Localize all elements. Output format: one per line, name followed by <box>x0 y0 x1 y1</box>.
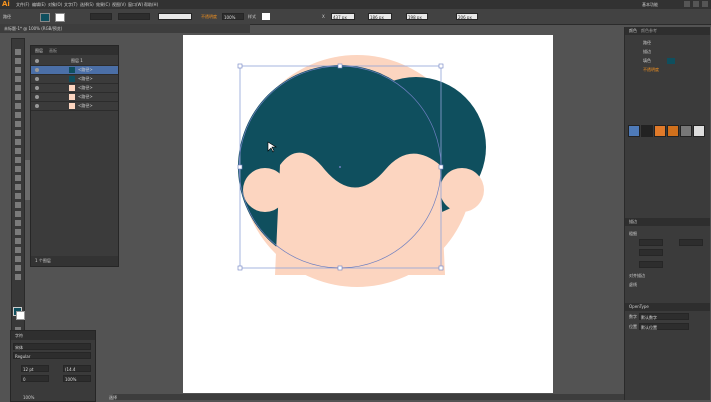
character-panel-header: 字符 <box>11 331 95 340</box>
brush-swatch-1[interactable] <box>628 125 640 137</box>
character-panel-title: 字符 <box>15 333 23 338</box>
center-point <box>339 166 341 168</box>
layers-footer: 1 个图层 <box>31 256 118 266</box>
layer-row[interactable]: <路径> <box>31 102 118 111</box>
layer-row[interactable]: <路径> <box>31 75 118 84</box>
handle-middle-right[interactable] <box>438 164 444 170</box>
handle-bottom-left[interactable] <box>237 265 243 271</box>
handle-top-right[interactable] <box>438 63 444 69</box>
layer-row[interactable]: <路径> <box>31 93 118 102</box>
dashed-line-label[interactable]: 虚线 <box>629 281 637 288</box>
layer-row[interactable]: <路径> <box>31 66 118 75</box>
handle-top-left[interactable] <box>237 63 243 69</box>
status-bar: 100% 选择 <box>23 394 624 400</box>
layer-row[interactable]: 图层 1 <box>31 57 118 66</box>
color-guide-tab[interactable]: 颜色参考 <box>641 27 657 34</box>
handle-bottom-right[interactable] <box>438 265 444 271</box>
brush-swatch-4[interactable] <box>667 125 679 137</box>
opentype-panel-header: OpenType <box>625 303 710 311</box>
align-stroke-label: 对齐描边 <box>629 273 645 278</box>
layer-name: 图层 1 <box>71 58 83 63</box>
character-panel: 字符 宋体 Regular 12 pt (14.4 0 100% <box>10 330 96 402</box>
right-ear[interactable] <box>440 168 484 212</box>
scale-input[interactable]: 100% <box>63 375 91 382</box>
cap-input[interactable] <box>639 249 663 256</box>
position-select[interactable]: 默认位置 <box>639 323 689 330</box>
layer-thumbnail <box>69 85 75 91</box>
layers-panel-header: 图层 画板 <box>31 46 118 55</box>
layer-thumbnail <box>69 67 75 73</box>
corner-input[interactable] <box>639 261 663 268</box>
handle-middle-left[interactable] <box>237 164 243 170</box>
layer-thumbnail <box>69 94 75 100</box>
artboards-tab[interactable]: 画板 <box>49 47 57 54</box>
tracking-input[interactable]: 0 <box>21 375 49 382</box>
layer-name: <路径> <box>78 76 93 81</box>
miter-limit-input[interactable] <box>679 239 703 246</box>
appearance-opacity-label[interactable]: 不透明度 <box>643 66 659 73</box>
color-tab[interactable]: 颜色 <box>629 27 637 34</box>
stroke-weight-input[interactable] <box>639 239 663 246</box>
appearance-title: 路径 <box>643 40 651 45</box>
appearance-fill-label[interactable]: 填色 <box>643 57 651 64</box>
figure-select[interactable]: 默认数字 <box>639 313 689 320</box>
font-family-select[interactable]: 宋体 <box>13 343 91 350</box>
leading-input[interactable]: (14.4 <box>63 365 91 372</box>
layer-thumbnail <box>69 76 75 82</box>
stroke-weight-label: 粗细 <box>629 231 637 236</box>
visibility-eye-icon[interactable] <box>35 77 39 81</box>
stroke-panel-title: 描边 <box>629 219 637 224</box>
layers-tab[interactable]: 图层 <box>35 47 43 54</box>
left-ear[interactable] <box>243 168 287 212</box>
position-label: 位置 <box>629 324 637 329</box>
layer-name: <路径> <box>78 103 93 108</box>
font-style-select[interactable]: Regular <box>13 352 91 359</box>
brush-swatch-2[interactable] <box>641 125 653 137</box>
handle-bottom-center[interactable] <box>337 265 343 271</box>
visibility-eye-icon[interactable] <box>35 95 39 99</box>
right-panel-dock: 颜色 颜色参考 路径 描边 填色 不透明度 描边 粗细 对齐描边 虚线 Open… <box>624 27 710 400</box>
brush-swatch-5[interactable] <box>680 125 692 137</box>
visibility-eye-icon[interactable] <box>35 104 39 108</box>
visibility-eye-icon[interactable] <box>35 86 39 90</box>
layer-thumbnail <box>69 103 75 109</box>
font-size-input[interactable]: 12 pt <box>21 365 49 372</box>
visibility-eye-icon[interactable] <box>35 59 39 63</box>
visibility-eye-icon[interactable] <box>35 68 39 72</box>
handle-top-center[interactable] <box>337 63 343 69</box>
layer-name: <路径> <box>78 94 93 99</box>
opentype-title: OpenType <box>629 304 649 309</box>
color-panel-header: 颜色 颜色参考 <box>625 27 710 35</box>
figure-label: 数字 <box>629 314 637 319</box>
brush-swatch-3[interactable] <box>654 125 666 137</box>
layer-name: <路径> <box>78 85 93 90</box>
brush-swatch-6[interactable] <box>693 125 705 137</box>
layers-panel: 图层 画板 图层 1 <路径> <路径> <路径> <路径> <路径> 1 个图… <box>30 45 119 267</box>
layer-name: <路径> <box>78 67 93 72</box>
layers-count: 1 个图层 <box>35 258 51 263</box>
appearance-fill-swatch[interactable] <box>667 58 675 64</box>
appearance-stroke-label[interactable]: 描边 <box>643 48 651 55</box>
layer-row[interactable]: <路径> <box>31 84 118 93</box>
stroke-panel-header: 描边 <box>625 218 710 226</box>
